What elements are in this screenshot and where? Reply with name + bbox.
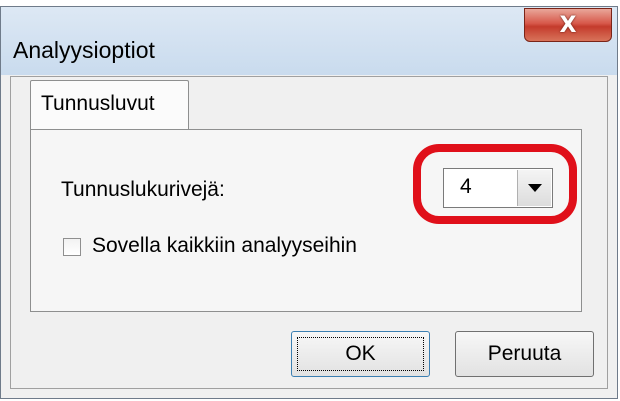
rows-label: Tunnuslukurivejä: [61, 178, 225, 201]
window-title: Analyysioptiot [13, 37, 155, 63]
apply-all-label[interactable]: Sovella kaikkiin analyyseihin [92, 234, 357, 258]
cancel-button[interactable]: Peruuta [455, 331, 594, 377]
apply-all-checkbox[interactable] [63, 238, 81, 256]
close-icon: X [559, 12, 577, 38]
ok-button[interactable]: OK [291, 331, 430, 377]
cancel-button-label: Peruuta [487, 342, 562, 365]
focus-rectangle [297, 337, 424, 371]
tab-label: Tunnusluvut [41, 92, 155, 115]
tab-tunnusluvut[interactable]: Tunnusluvut [30, 80, 189, 130]
title-bar[interactable]: Analyysioptiot X [1, 7, 617, 75]
highlight-annotation [413, 144, 577, 224]
close-button[interactable]: X [524, 8, 612, 42]
